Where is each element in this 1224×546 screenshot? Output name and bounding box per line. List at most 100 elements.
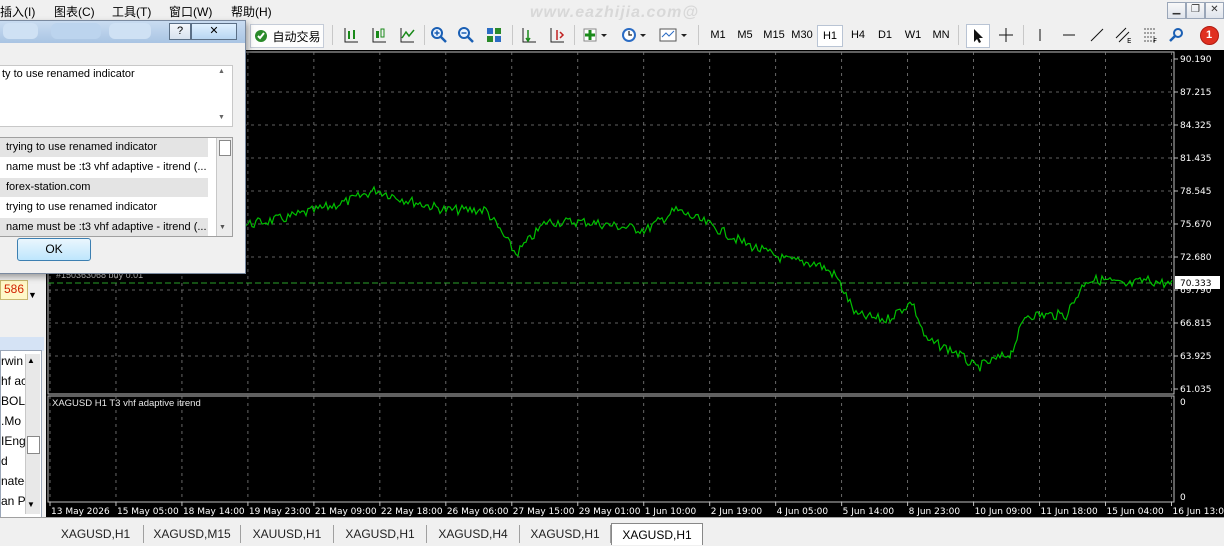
- time-tick-label: 13 May 2026: [51, 507, 110, 517]
- time-tick-label: 1 Jun 10:00: [645, 507, 697, 517]
- timeframe-mn[interactable]: MN: [928, 25, 954, 45]
- time-tick-label: 2 Jun 19:00: [711, 507, 763, 517]
- menu-tools[interactable]: 工具(T): [112, 3, 151, 20]
- message-scroll-down-icon[interactable]: ▼: [218, 114, 225, 121]
- log-row[interactable]: name must be :t3 vhf adaptive - itrend (…: [0, 158, 208, 177]
- line-chart-button[interactable]: [396, 24, 418, 46]
- timeframe-m1[interactable]: M1: [705, 25, 731, 45]
- price-tick-label: 87.215: [1180, 88, 1212, 98]
- tab-xagusd-h1-2[interactable]: XAGUSD,H1: [334, 525, 427, 543]
- tab-xagusd-h4[interactable]: XAGUSD,H4: [427, 525, 520, 543]
- search-button[interactable]: [1166, 24, 1186, 46]
- time-tick-label: 4 Jun 05:00: [777, 507, 829, 517]
- current-price-label: 70.333: [1180, 279, 1212, 289]
- title-blur-2: [51, 23, 101, 39]
- title-blur-3: [109, 23, 151, 39]
- log-row[interactable]: forex-station.com: [0, 178, 208, 197]
- timeframe-w1[interactable]: W1: [900, 25, 926, 45]
- crosshair-icon: [999, 28, 1013, 42]
- timeframe-d1[interactable]: D1: [872, 25, 898, 45]
- time-tick-label: 11 Jun 18:00: [1041, 507, 1098, 517]
- time-tick-label: 10 Jun 09:00: [975, 507, 1032, 517]
- line-chart-icon: [400, 28, 415, 43]
- menu-bar: 插入(I) 图表(C) 工具(T) 窗口(W) 帮助(H) www.eazhij…: [0, 0, 1224, 21]
- menu-insert[interactable]: 插入(I): [0, 3, 35, 20]
- notification-badge: 1: [1199, 25, 1219, 45]
- timeframe-m5[interactable]: M5: [732, 25, 758, 45]
- log-row[interactable]: name must be :t3 vhf adaptive - itrend (…: [0, 218, 208, 236]
- candlestick-button[interactable]: [368, 24, 390, 46]
- autoscroll-button[interactable]: [518, 24, 540, 46]
- log-row[interactable]: trying to use renamed indicator: [0, 138, 208, 157]
- title-blur-1: [3, 23, 38, 39]
- tab-xagusd-h1[interactable]: XAGUSD,H1: [48, 525, 144, 543]
- price-tick-label: 78.545: [1180, 187, 1212, 197]
- log-scroll-down-icon[interactable]: ▼: [219, 224, 226, 231]
- help-button[interactable]: ?: [169, 23, 191, 40]
- scroll-down-icon[interactable]: ▼: [27, 500, 35, 509]
- auto-trading-button[interactable]: 自动交易: [250, 24, 324, 48]
- time-tick-label: 16 Jun 13:00: [1172, 507, 1224, 517]
- chart-shift-button[interactable]: [546, 24, 568, 46]
- fibonacci-button[interactable]: F: [1140, 24, 1162, 46]
- log-row[interactable]: trying to use renamed indicator: [0, 198, 208, 217]
- price-tick-label: 90.190: [1180, 55, 1212, 65]
- timeframe-m15[interactable]: M15: [760, 25, 788, 45]
- svg-text:E: E: [1127, 37, 1131, 44]
- menu-help[interactable]: 帮助(H): [231, 3, 272, 20]
- log-scrollbar[interactable]: ▼: [216, 138, 232, 236]
- trendline-icon: [1090, 28, 1104, 42]
- trendline-button[interactable]: [1086, 24, 1108, 46]
- menu-window[interactable]: 窗口(W): [169, 3, 212, 20]
- candlestick-icon: [372, 28, 386, 43]
- tile-windows-button[interactable]: [483, 24, 505, 46]
- scroll-thumb[interactable]: [27, 436, 40, 454]
- tab-xagusd-h1-3[interactable]: XAGUSD,H1: [520, 525, 611, 543]
- equidistant-channel-button[interactable]: E: [1112, 24, 1136, 46]
- message-scroll-up-icon[interactable]: ▲: [218, 68, 225, 75]
- navigator-scrollbar[interactable]: ▲ ▼: [25, 354, 40, 514]
- tab-xauusd-h1[interactable]: XAUUSD,H1: [241, 525, 334, 543]
- cursor-button[interactable]: [966, 24, 990, 48]
- timeframe-h4[interactable]: H4: [845, 25, 871, 45]
- price-tick-label: 81.435: [1180, 154, 1212, 164]
- time-tick-label: 15 Jun 04:00: [1107, 507, 1164, 517]
- log-scroll-thumb[interactable]: [219, 140, 231, 156]
- periods-button[interactable]: [618, 24, 650, 46]
- tab-xagusd-h1-active[interactable]: XAGUSD,H1: [611, 523, 703, 545]
- zoom-in-button[interactable]: [428, 24, 450, 46]
- price-tick-label: 63.925: [1180, 352, 1212, 362]
- zoom-out-button[interactable]: [455, 24, 477, 46]
- menu-charts[interactable]: 图表(C): [54, 3, 95, 20]
- close-button[interactable]: ✕: [1205, 2, 1224, 19]
- tile-windows-icon: [487, 28, 501, 42]
- price-tick-label: 66.815: [1180, 319, 1212, 329]
- timeframe-m30[interactable]: M30: [788, 25, 816, 45]
- tab-xagusd-m15[interactable]: XAGUSD,M15: [144, 525, 241, 543]
- indicator-tick-label: 0: [1180, 398, 1186, 408]
- price-dropdown-icon[interactable]: ▼: [28, 290, 37, 300]
- indicator-tick-label: 0: [1180, 493, 1186, 503]
- template-icon: [659, 28, 687, 42]
- minimize-button[interactable]: ▁: [1167, 2, 1186, 19]
- restore-button[interactable]: ❐: [1186, 2, 1205, 19]
- scroll-up-icon[interactable]: ▲: [27, 356, 35, 365]
- crosshair-button[interactable]: [995, 24, 1017, 46]
- search-icon: [1169, 28, 1183, 42]
- notifications-button[interactable]: 1: [1198, 24, 1220, 46]
- time-tick-label: 8 Jun 23:00: [909, 507, 961, 517]
- price-box: 586: [0, 280, 28, 300]
- ok-button[interactable]: OK: [17, 238, 91, 261]
- dialog-close-button[interactable]: ✕: [191, 23, 237, 40]
- zoom-out-icon: [458, 27, 474, 43]
- horizontal-line-icon: [1063, 34, 1075, 36]
- dialog-titlebar[interactable]: ? ✕: [0, 21, 245, 43]
- time-tick-label: 29 May 01:00: [579, 507, 641, 517]
- alert-dialog: ? ✕ ty to use renamed indicator ▲ ▼ tryi…: [0, 20, 246, 274]
- timeframe-h1[interactable]: H1: [817, 25, 843, 47]
- templates-button[interactable]: [656, 24, 690, 46]
- bar-chart-button[interactable]: [340, 24, 362, 46]
- indicators-button[interactable]: [580, 24, 610, 46]
- horizontal-line-button[interactable]: [1058, 24, 1080, 46]
- vertical-line-button[interactable]: [1030, 24, 1050, 46]
